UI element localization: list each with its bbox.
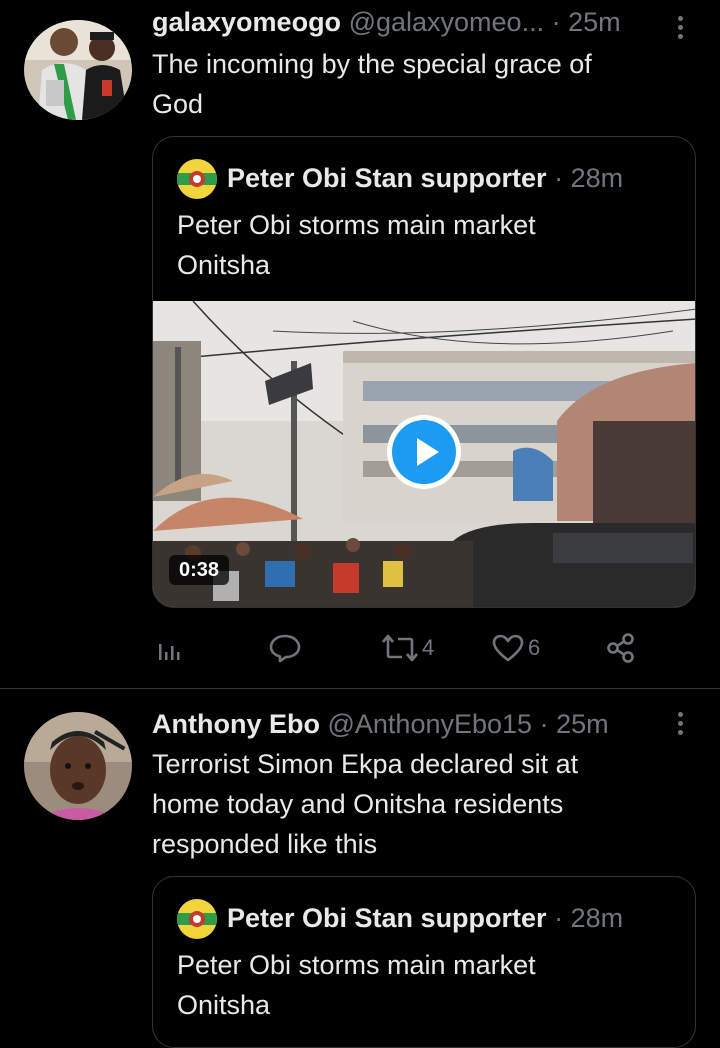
analytics-button[interactable] (156, 628, 184, 668)
tweet-text: Terrorist Simon Ekpa declared sit at hom… (152, 744, 578, 864)
quote-time[interactable]: 28m (571, 903, 624, 933)
play-icon (392, 420, 456, 484)
quoted-tweet[interactable]: Peter Obi Stan supporter · 28m Peter Obi… (152, 876, 696, 1048)
tweet-text-line: God (152, 89, 204, 119)
retweet-icon (382, 634, 418, 662)
reply-icon (269, 634, 301, 663)
reply-button[interactable] (268, 628, 302, 668)
quote-text: Peter Obi storms main market Onitsha (177, 945, 536, 1025)
quote-avatar (177, 159, 217, 199)
quote-header: Peter Obi Stan supporter · 28m (227, 902, 623, 934)
quoted-tweet[interactable]: Peter Obi Stan supporter · 28m Peter Obi… (152, 136, 696, 608)
quote-text-line: Peter Obi storms main market (177, 210, 536, 240)
share-button[interactable] (606, 628, 636, 668)
retweet-button[interactable]: 4 (380, 628, 434, 668)
retweet-count: 4 (422, 635, 435, 660)
author-handle[interactable]: @AnthonyEbo15 (328, 709, 533, 739)
quote-avatar (177, 899, 217, 939)
video-duration: 0:38 (169, 555, 230, 585)
separator-dot: · (539, 709, 549, 739)
analytics-icon (159, 644, 180, 660)
share-icon (607, 633, 634, 663)
tweet-text-line: home today and Onitsha residents (152, 789, 564, 819)
quote-text-line: Onitsha (177, 250, 271, 280)
tweet-time[interactable]: 25m (556, 709, 609, 739)
play-button[interactable] (387, 415, 461, 489)
quote-text: Peter Obi storms main market Onitsha (177, 205, 536, 285)
tweet-text: The incoming by the special grace of God (152, 44, 592, 124)
tweet-header: Anthony Ebo @AnthonyEbo15 · 25m (152, 708, 609, 740)
quote-text-line: Onitsha (177, 990, 271, 1020)
like-button[interactable]: 6 (492, 628, 540, 668)
author-name[interactable]: Anthony Ebo (152, 709, 320, 739)
like-count: 6 (528, 635, 541, 660)
more-vertical-icon[interactable] (678, 712, 684, 739)
avatar[interactable] (24, 712, 132, 820)
quote-time[interactable]: 28m (571, 163, 624, 193)
avatar[interactable] (24, 20, 132, 120)
quote-author-name[interactable]: Peter Obi Stan supporter (227, 903, 547, 933)
quote-header: Peter Obi Stan supporter · 28m (227, 162, 623, 194)
tweet-header: galaxyomeogo @galaxyomeo... · 25m (152, 6, 621, 38)
author-handle[interactable]: @galaxyomeo... (349, 7, 545, 37)
separator-dot: · (554, 163, 564, 193)
author-name[interactable]: galaxyomeogo (152, 7, 341, 37)
separator-dot: · (554, 903, 564, 933)
tweet-time[interactable]: 25m (568, 7, 621, 37)
tweet-actions: 4 6 (152, 628, 652, 668)
quote-author-name[interactable]: Peter Obi Stan supporter (227, 163, 547, 193)
tweet-text-line: responded like this (152, 829, 378, 859)
like-icon (492, 634, 524, 662)
video-player[interactable]: 0:38 (153, 301, 695, 607)
tweet-text-line: The incoming by the special grace of (152, 49, 592, 79)
tweet[interactable]: Anthony Ebo @AnthonyEbo15 · 25m Terroris… (0, 688, 720, 1048)
separator-dot: · (551, 7, 561, 37)
more-vertical-icon[interactable] (678, 16, 684, 43)
tweet[interactable]: galaxyomeogo @galaxyomeo... · 25m The in… (0, 0, 720, 688)
quote-text-line: Peter Obi storms main market (177, 950, 536, 980)
tweet-text-line: Terrorist Simon Ekpa declared sit at (152, 749, 579, 779)
